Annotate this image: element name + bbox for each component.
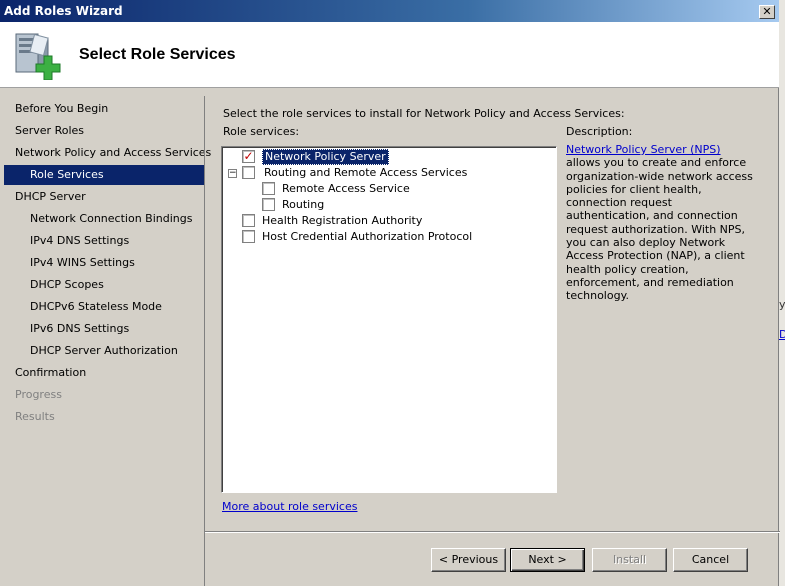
close-icon: ✕	[762, 5, 772, 18]
add-roles-wizard-window: Add Roles Wizard ✕ Select Role Services …	[0, 0, 780, 586]
button-divider	[205, 531, 780, 533]
checkmark-icon: ✓	[243, 149, 254, 163]
tree-label: Routing and Remote Access Services	[264, 166, 468, 179]
nav-step-network-connection-bindings[interactable]: Network Connection Bindings	[4, 209, 204, 229]
main-content: Select the role services to install for …	[204, 96, 780, 586]
nav-step-dhcp-scopes[interactable]: DHCP Scopes	[4, 275, 204, 295]
more-about-role-services-link[interactable]: More about role services	[222, 500, 357, 513]
cancel-button[interactable]: Cancel	[673, 548, 748, 572]
title-bar[interactable]: Add Roles Wizard	[0, 0, 779, 22]
nav-step-ipv4-wins[interactable]: IPv4 WINS Settings	[4, 253, 204, 273]
nps-link[interactable]: Network Policy Server (NPS)	[566, 143, 721, 156]
nav-step-results: Results	[15, 410, 55, 423]
close-button[interactable]: ✕	[759, 5, 775, 19]
wizard-steps-nav: Before You Begin Server Roles Network Po…	[4, 96, 211, 586]
role-services-label: Role services:	[223, 125, 300, 138]
install-button: Install	[592, 548, 667, 572]
tree-label: Host Credential Authorization Protocol	[262, 230, 473, 243]
tree-label: Health Registration Authority	[262, 214, 423, 227]
checkbox-routing[interactable]	[262, 198, 275, 211]
nav-step-ipv6-dns[interactable]: IPv6 DNS Settings	[4, 319, 204, 339]
server-add-icon	[15, 33, 61, 80]
nav-step-dhcpv6-stateless[interactable]: DHCPv6 Stateless Mode	[4, 297, 204, 317]
nav-step-role-services[interactable]: Role Services	[4, 165, 204, 185]
checkbox-host-credential[interactable]	[242, 230, 255, 243]
description-text: Network Policy Server (NPS) allows you t…	[566, 143, 756, 303]
nav-step-before-you-begin[interactable]: Before You Begin	[4, 99, 204, 119]
previous-button[interactable]: < Previous	[431, 548, 506, 572]
background-text-fragment: y	[779, 298, 785, 311]
nav-step-confirmation[interactable]: Confirmation	[4, 363, 204, 383]
instruction-text: Select the role services to install for …	[223, 107, 625, 120]
description-body: allows you to create and enforce organiz…	[566, 156, 753, 303]
checkbox-health-registration[interactable]	[242, 214, 255, 227]
nav-step-network-policy[interactable]: Network Policy and Access Services	[4, 143, 211, 163]
role-services-tree[interactable]: ✓ Network Policy Server − Routing and Re…	[221, 146, 557, 493]
background-window-strip: y D	[779, 0, 785, 586]
page-title: Select Role Services	[79, 46, 236, 63]
checkbox-routing-remote-access[interactable]	[242, 166, 255, 179]
description-label: Description:	[566, 125, 633, 138]
background-link-fragment[interactable]: D	[779, 328, 785, 341]
tree-label: Network Policy Server	[262, 149, 389, 165]
nav-step-server-roles[interactable]: Server Roles	[4, 121, 204, 141]
checkbox-remote-access-service[interactable]	[262, 182, 275, 195]
nav-step-dhcp-authorization[interactable]: DHCP Server Authorization	[4, 341, 204, 361]
wizard-header: Select Role Services	[0, 22, 779, 88]
tree-label: Remote Access Service	[282, 182, 410, 195]
next-button[interactable]: Next >	[510, 548, 585, 572]
checkbox-network-policy-server[interactable]: ✓	[242, 150, 255, 163]
collapse-icon[interactable]: −	[228, 169, 237, 178]
nav-step-dhcp-server[interactable]: DHCP Server	[4, 187, 204, 207]
nav-step-progress: Progress	[15, 388, 62, 401]
window-title: Add Roles Wizard	[4, 4, 123, 18]
nav-step-ipv4-dns[interactable]: IPv4 DNS Settings	[4, 231, 204, 251]
tree-label: Routing	[282, 198, 325, 211]
